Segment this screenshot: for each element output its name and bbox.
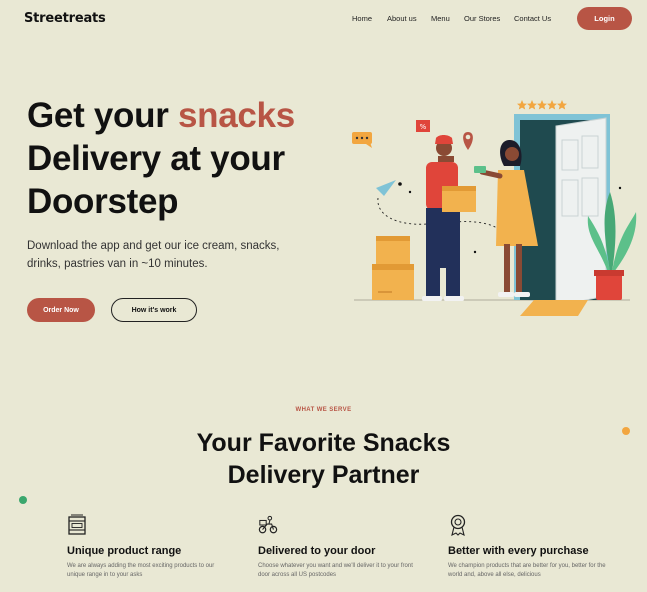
main-nav: Home About us Menu Our Stores Contact Us xyxy=(0,14,647,26)
hero-subtitle: Download the app and get our ice cream, … xyxy=(27,240,280,270)
box-package-icon xyxy=(68,514,86,535)
paper-plane-icon xyxy=(376,180,396,196)
section-title: Your Favorite Snacks Delivery Partner xyxy=(0,427,647,491)
feature-unique-range: Unique product range We are always addin… xyxy=(67,514,237,580)
hero-title: Get your snacks Delivery at your Doorste… xyxy=(27,94,347,223)
doormat xyxy=(520,300,588,316)
hero-title-accent: snacks xyxy=(177,96,295,135)
section-title-line1: Your Favorite Snacks xyxy=(196,429,451,457)
feature-better-purchase: Better with every purchase We champion p… xyxy=(448,514,618,580)
discount-tag-icon: % xyxy=(416,120,430,132)
feature-title: Better with every purchase xyxy=(448,545,589,557)
decorative-orange-dot xyxy=(622,427,630,435)
discount-tag-text: % xyxy=(420,123,427,131)
nav-item-contact[interactable]: Contact Us xyxy=(514,14,551,23)
nav-item-menu[interactable]: Menu xyxy=(431,14,450,23)
section-eyebrow: WHAT WE SERVE xyxy=(295,407,352,413)
login-button[interactable]: Login xyxy=(577,7,632,30)
rating-stars-icon xyxy=(517,100,567,110)
feature-door-delivery: Delivered to your door Choose whatever y… xyxy=(258,514,428,580)
feature-desc: We champion products that are better for… xyxy=(448,563,606,578)
decorative-green-dot xyxy=(19,496,27,504)
feature-title: Unique product range xyxy=(67,545,182,557)
order-now-button[interactable]: Order Now xyxy=(27,298,95,322)
nav-item-about[interactable]: About us xyxy=(387,14,417,23)
award-badge-icon xyxy=(450,514,466,536)
feature-title: Delivered to your door xyxy=(258,545,376,557)
nav-item-stores[interactable]: Our Stores xyxy=(464,14,500,23)
feature-desc: Choose whatever you want and we'll deliv… xyxy=(258,563,413,578)
section-title-line2: Delivery Partner xyxy=(227,461,420,489)
delivery-man-figure xyxy=(422,135,476,301)
location-pin-icon xyxy=(463,132,473,150)
nav-item-home[interactable]: Home xyxy=(352,14,372,23)
package-stack-icon xyxy=(372,236,414,300)
chat-bubble-icon xyxy=(352,132,372,148)
how-it-works-button[interactable]: How it's work xyxy=(111,298,197,322)
delivery-scooter-icon xyxy=(258,515,278,534)
feature-desc: We are always adding the most exciting p… xyxy=(67,563,215,578)
delivery-illustration: % xyxy=(352,100,637,316)
hero-title-part2: Delivery at your Doorstep xyxy=(27,139,285,221)
hero-title-part1: Get your xyxy=(27,96,178,135)
